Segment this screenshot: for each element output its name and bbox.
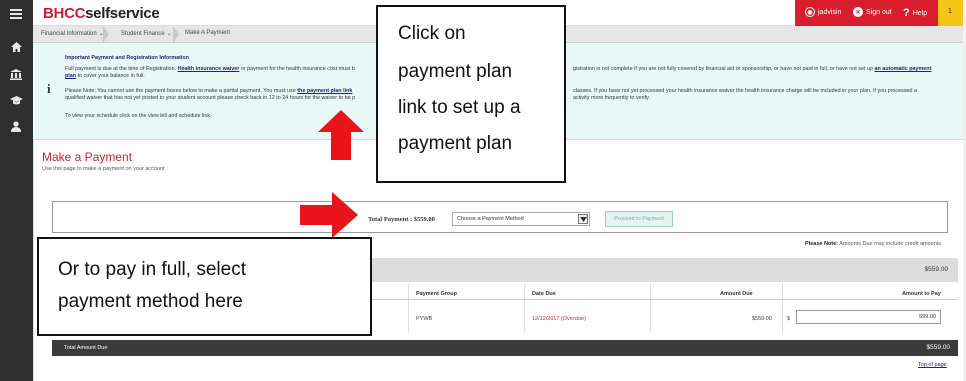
- notification-count: 1: [948, 8, 952, 15]
- info-text-segment: Full payment is due at the time of Regis…: [65, 66, 177, 72]
- info-line2: plan to cover your balance in full.: [65, 73, 145, 80]
- app-root: BHCCselfservice ◉ jadvisin ✕ Sign out ? …: [0, 0, 966, 381]
- total-amount-due-label: Total Amount Due: [64, 345, 108, 351]
- callout-line: link to set up a: [398, 97, 521, 118]
- brand-logo[interactable]: BHCCselfservice: [43, 5, 160, 22]
- row-date-due: 12/12/2017 (Overdue): [532, 316, 586, 322]
- column-header-date-due: Date Due: [532, 291, 556, 297]
- graduation-cap-icon[interactable]: [6, 91, 26, 111]
- info-text-segment: or payment for the health insurance cost…: [240, 66, 355, 72]
- red-up-arrow-icon: [318, 110, 364, 160]
- breadcrumb-label: Student Finance: [121, 31, 165, 37]
- breadcrumb-financial-information[interactable]: Financial Information ⌄: [41, 30, 104, 37]
- callout-line: payment method here: [58, 291, 243, 312]
- amount-to-pay-input[interactable]: 559.00: [796, 310, 941, 324]
- user-name: jadvisin: [818, 8, 842, 16]
- breadcrumb-separator: [103, 26, 109, 43]
- payment-group-header[interactable]: $559.00: [370, 258, 958, 282]
- left-nav-rail: [0, 0, 33, 381]
- total-amount-due-bar: Total Amount Due $559.00: [52, 340, 958, 356]
- column-divider: [782, 284, 783, 332]
- chevron-down-icon: ⌄: [166, 31, 172, 37]
- sign-out-icon: ✕: [853, 7, 863, 17]
- column-divider: [408, 284, 409, 332]
- top-of-page-link[interactable]: Top of page: [918, 362, 947, 368]
- page-subtitle: Use this page to make a payment on your …: [42, 166, 165, 172]
- breadcrumb-student-finance[interactable]: Student Finance ⌄: [121, 30, 172, 37]
- chevron-down-icon: [578, 214, 588, 224]
- group-total-amount: $559.00: [924, 266, 949, 273]
- breadcrumb-make-a-payment: Make A Payment: [185, 30, 230, 36]
- breadcrumb-label: Make A Payment: [185, 30, 231, 36]
- help-icon: ?: [903, 7, 910, 19]
- help-button[interactable]: ? Help: [903, 7, 927, 19]
- callout-line: Or to pay in full, select: [58, 259, 246, 280]
- help-label: Help: [912, 9, 928, 17]
- total-amount-due-value: $559.00: [926, 344, 951, 351]
- info-heading: Important Payment and Registration Infor…: [65, 55, 189, 61]
- breadcrumb-separator: [173, 26, 179, 43]
- table-header-divider: [370, 299, 958, 300]
- proceed-to-payment-button[interactable]: Proceed to Payment: [605, 211, 673, 227]
- bank-icon[interactable]: [6, 64, 26, 84]
- payment-method-value: Choose a Payment Method: [457, 216, 524, 222]
- info-text-segment: gistration is not complete if you are no…: [573, 66, 873, 72]
- info-line3-start: Please Note: You cannot use the payment …: [65, 88, 352, 95]
- callout-line: payment plan: [398, 133, 513, 154]
- info-line5: To view your schedule click on the view …: [65, 113, 212, 119]
- breadcrumb-label: Financial Information: [41, 31, 97, 37]
- total-payment-label: Total Payment : $559.00: [368, 216, 435, 223]
- please-note-text: Amounts Due may include credit amounts.: [839, 241, 943, 247]
- user-icon: ◉: [805, 7, 815, 17]
- automatic-payment-plan-link[interactable]: an automatic payment: [874, 66, 931, 72]
- payment-method-select[interactable]: Choose a Payment Method: [452, 212, 590, 226]
- callout-payment-plan: Click on payment plan link to set up a p…: [376, 5, 566, 183]
- column-divider: [524, 284, 525, 332]
- please-note-label: Please Note:: [805, 241, 839, 247]
- sign-out-button[interactable]: ✕ Sign out: [853, 7, 892, 17]
- info-line4-start: qualified waiver that has not yet posted…: [65, 95, 356, 101]
- info-line1-start: Full payment is due at the time of Regis…: [65, 66, 355, 73]
- row-payment-group: PYWB: [416, 316, 433, 322]
- payment-plan-link-continued[interactable]: plan: [65, 73, 76, 79]
- red-right-arrow-icon: [300, 192, 358, 238]
- notification-badge[interactable]: 1: [938, 0, 966, 26]
- hamburger-icon[interactable]: [6, 4, 26, 24]
- brand-part2: selfservice: [85, 5, 160, 22]
- column-divider: [650, 284, 651, 332]
- header-actions: ◉ jadvisin ✕ Sign out ? Help: [795, 0, 938, 26]
- health-insurance-waiver-link[interactable]: Health insurance waiver: [178, 66, 240, 72]
- info-line1-end: gistration is not complete if you are no…: [573, 66, 931, 73]
- brand-part1: BHCC: [43, 5, 86, 22]
- person-icon[interactable]: [6, 116, 26, 136]
- info-line4-end: activity more frequently to verify.: [573, 95, 650, 101]
- row-amount-due: $559.00: [752, 316, 772, 322]
- sign-out-label: Sign out: [866, 8, 892, 16]
- user-menu[interactable]: ◉ jadvisin: [805, 7, 841, 17]
- home-icon[interactable]: [6, 37, 26, 57]
- callout-pay-in-full: Or to pay in full, select payment method…: [37, 237, 372, 336]
- column-header-amount-due: Amount Due: [720, 291, 753, 297]
- currency-symbol: $: [787, 316, 791, 322]
- column-header-payment-group: Payment Group: [416, 291, 457, 297]
- info-line3-end: classes. If you have not yet processed y…: [573, 88, 918, 94]
- please-note: Please Note: Amounts Due may include cre…: [805, 241, 943, 247]
- page-title: Make a Payment: [42, 150, 133, 164]
- content-divider: [33, 140, 34, 381]
- info-text-segment: to cover your balance in full.: [77, 73, 145, 79]
- payment-plan-link[interactable]: the payment plan link: [297, 88, 352, 94]
- info-text-segment: Please Note: You cannot use the payment …: [65, 88, 296, 94]
- payment-action-box: Total Payment : $559.00 Choose a Payment…: [52, 201, 948, 233]
- column-header-amount-to-pay: Amount to Pay: [902, 291, 941, 297]
- info-icon: i: [47, 81, 51, 96]
- callout-line: payment plan: [398, 61, 513, 82]
- callout-line: Click on: [398, 23, 466, 44]
